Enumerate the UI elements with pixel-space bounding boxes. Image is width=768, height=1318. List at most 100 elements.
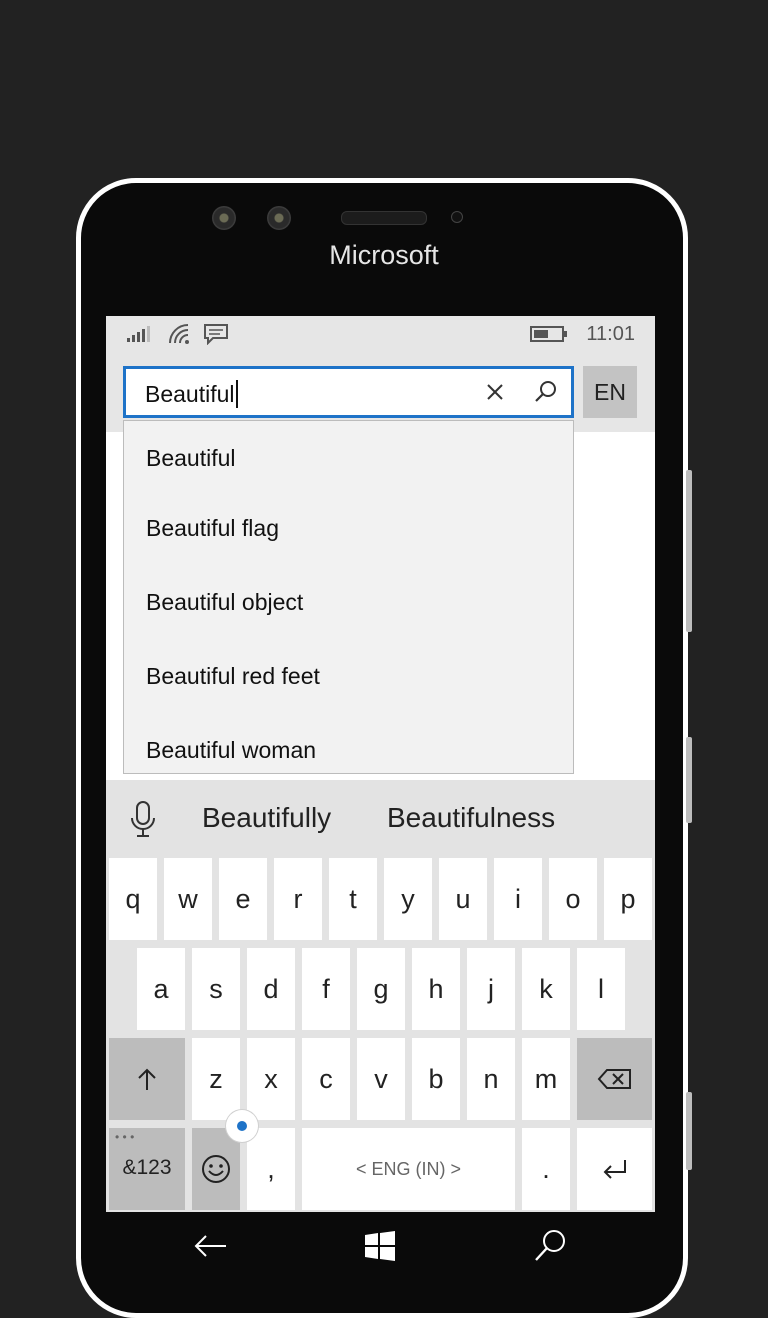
- brand-logo: Microsoft: [329, 240, 439, 270]
- key-b[interactable]: b: [412, 1038, 460, 1120]
- more-dots: • • •: [115, 1130, 135, 1144]
- prediction-word[interactable]: Beautifully: [202, 802, 331, 834]
- key-label: b: [428, 1064, 444, 1094]
- key-q[interactable]: q: [109, 858, 157, 940]
- key-e[interactable]: e: [219, 858, 267, 940]
- suggestion-item[interactable]: Beautiful object: [124, 565, 573, 639]
- shift-key[interactable]: [109, 1038, 185, 1120]
- key-y[interactable]: y: [384, 858, 432, 940]
- suggestion-item[interactable]: Beautiful red feet: [124, 639, 573, 713]
- search-icon[interactable]: [533, 379, 559, 405]
- volume-button: [686, 470, 692, 632]
- cursor-control-dot[interactable]: [226, 1110, 258, 1142]
- key-label: .: [542, 1154, 550, 1184]
- comma-key[interactable]: ,: [247, 1128, 295, 1210]
- emoji-key[interactable]: [192, 1128, 240, 1210]
- front-sensor-camera: [267, 206, 291, 230]
- suggestion-list: Beautiful Beautiful flag Beautiful objec…: [123, 420, 574, 774]
- key-a[interactable]: a: [137, 948, 185, 1030]
- key-label: w: [178, 884, 198, 914]
- search-nav-icon[interactable]: [530, 1228, 570, 1264]
- key-d[interactable]: d: [247, 948, 295, 1030]
- key-label: p: [620, 884, 636, 914]
- key-label: o: [565, 884, 581, 914]
- key-n[interactable]: n: [467, 1038, 515, 1120]
- key-label: y: [401, 884, 415, 914]
- language-button[interactable]: EN: [583, 366, 637, 418]
- key-v[interactable]: v: [357, 1038, 405, 1120]
- clear-icon[interactable]: [483, 380, 507, 404]
- key-g[interactable]: g: [357, 948, 405, 1030]
- key-j[interactable]: j: [467, 948, 515, 1030]
- key-label: a: [153, 974, 169, 1004]
- message-icon: [204, 324, 228, 345]
- key-label: q: [125, 884, 141, 914]
- microphone-icon[interactable]: [128, 800, 158, 840]
- suggestion-item[interactable]: Beautiful woman: [124, 713, 573, 773]
- key-label: n: [483, 1064, 499, 1094]
- space-key[interactable]: < ENG (IN) >: [302, 1128, 515, 1210]
- earpiece-speaker: [341, 211, 427, 225]
- key-r[interactable]: r: [274, 858, 322, 940]
- key-f[interactable]: f: [302, 948, 350, 1030]
- key-z[interactable]: z: [192, 1038, 240, 1120]
- key-h[interactable]: h: [412, 948, 460, 1030]
- key-label: j: [488, 974, 494, 1004]
- camera-button: [686, 1092, 692, 1170]
- key-l[interactable]: l: [577, 948, 625, 1030]
- key-label: f: [322, 974, 330, 1004]
- enter-icon: [603, 1160, 626, 1179]
- key-label: t: [349, 884, 357, 914]
- power-button: [686, 737, 692, 823]
- search-input[interactable]: Beautiful: [123, 366, 574, 418]
- status-bar: 11:01: [106, 316, 655, 352]
- signal-icon: [127, 326, 150, 342]
- key-label: m: [534, 1064, 558, 1094]
- on-screen-keyboard: q w e r t y u i o p a s d f g h j k l z …: [106, 858, 655, 1212]
- enter-key[interactable]: [577, 1128, 652, 1210]
- suggestion-item[interactable]: Beautiful: [124, 421, 573, 491]
- key-t[interactable]: t: [329, 858, 377, 940]
- search-input-text[interactable]: Beautiful: [145, 380, 238, 408]
- key-label: ,: [267, 1154, 275, 1184]
- key-label: h: [428, 974, 444, 1004]
- backspace-icon: [597, 1069, 631, 1089]
- key-label: x: [264, 1064, 278, 1094]
- front-camera: [212, 206, 236, 230]
- key-label: k: [539, 974, 553, 1004]
- key-m[interactable]: m: [522, 1038, 570, 1120]
- key-label: l: [598, 974, 604, 1004]
- key-i[interactable]: i: [494, 858, 542, 940]
- key-label: i: [515, 884, 521, 914]
- key-w[interactable]: w: [164, 858, 212, 940]
- symbols-key[interactable]: • • • &123: [109, 1128, 185, 1210]
- key-s[interactable]: s: [192, 948, 240, 1030]
- key-p[interactable]: p: [604, 858, 652, 940]
- back-icon[interactable]: [190, 1228, 230, 1264]
- prediction-bar: Beautifully Beautifulness: [106, 780, 655, 858]
- key-o[interactable]: o: [549, 858, 597, 940]
- key-c[interactable]: c: [302, 1038, 350, 1120]
- suggestion-item[interactable]: Beautiful flag: [124, 491, 573, 565]
- navigation-bar: [106, 1212, 655, 1280]
- backspace-key[interactable]: [577, 1038, 652, 1120]
- shift-arrow-icon: [138, 1068, 156, 1090]
- key-label: < ENG (IN) >: [355, 1159, 462, 1179]
- key-label: u: [455, 884, 471, 914]
- prediction-word[interactable]: Beautifulness: [387, 802, 555, 834]
- key-label: d: [263, 974, 279, 1004]
- key-label: r: [293, 884, 303, 914]
- key-label: &123: [122, 1156, 172, 1179]
- key-u[interactable]: u: [439, 858, 487, 940]
- windows-start-icon[interactable]: [360, 1228, 400, 1264]
- screen: 11:01 Beautiful EN Beautiful Beautiful f…: [106, 316, 655, 1212]
- emoji-icon: [202, 1155, 230, 1183]
- battery-icon: [530, 326, 567, 342]
- key-label: g: [373, 974, 389, 1004]
- key-label: z: [209, 1064, 223, 1094]
- period-key[interactable]: .: [522, 1128, 570, 1210]
- key-x[interactable]: x: [247, 1038, 295, 1120]
- cursor-dot-center: [237, 1121, 247, 1131]
- key-k[interactable]: k: [522, 948, 570, 1030]
- key-label: e: [235, 884, 251, 914]
